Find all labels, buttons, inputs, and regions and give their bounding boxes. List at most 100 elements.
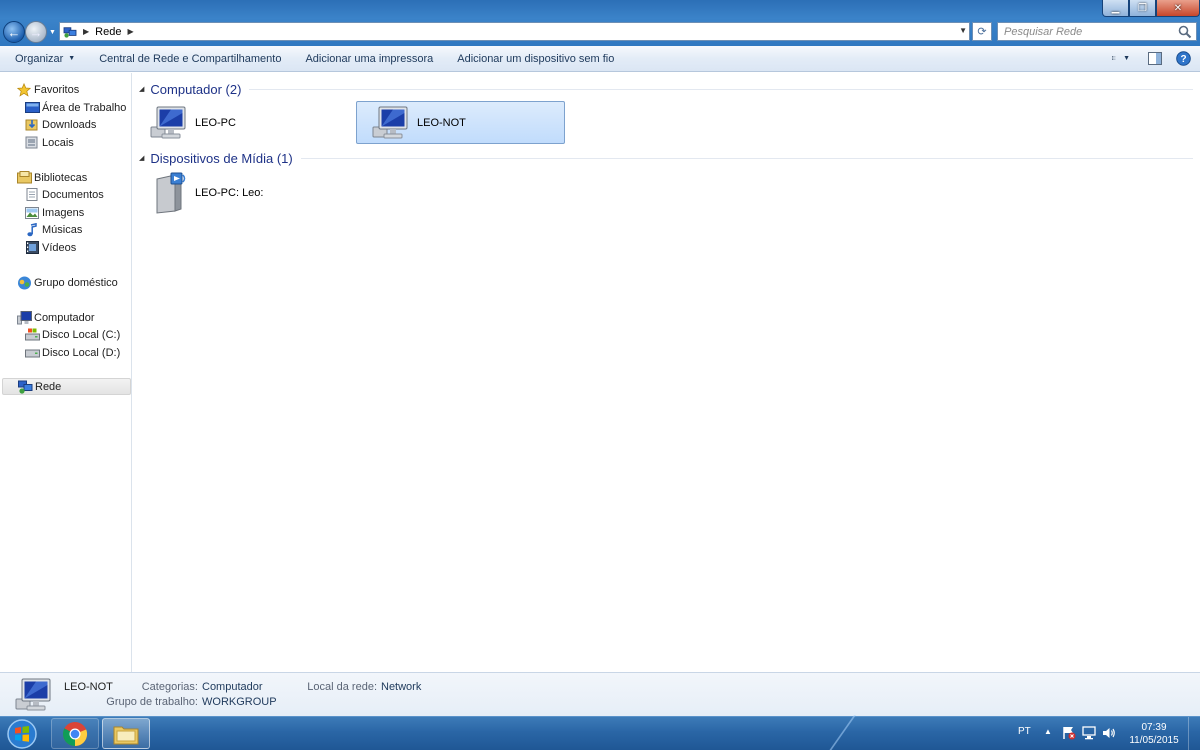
sidebar-item-videos[interactable]: Vídeos	[24, 239, 76, 256]
organize-label: Organizar	[15, 52, 64, 65]
system-drive-icon	[24, 328, 40, 342]
view-list-icon	[1112, 56, 1116, 60]
group-title: Computador (2)	[150, 81, 242, 97]
media-server-icon	[149, 171, 189, 215]
computer-name: LEO-NOT	[417, 116, 466, 129]
workgroup-value: WORKGROUP	[202, 696, 277, 708]
media-device-name: LEO-PC: Leo:	[195, 187, 264, 199]
organize-button[interactable]: Organizar ▼	[0, 48, 87, 70]
sidebar-item-documents[interactable]: Documentos	[24, 186, 104, 203]
minimize-button[interactable]: ▁	[1102, 0, 1129, 17]
sidebar-item-label: Grupo doméstico	[34, 276, 118, 289]
computer-tile[interactable]: LEO-PC	[135, 101, 343, 144]
collapse-icon[interactable]: ◢	[139, 154, 144, 162]
start-button[interactable]	[2, 718, 42, 750]
sidebar-item-favorites[interactable]: Favoritos	[16, 81, 79, 98]
sidebar-item-label: Vídeos	[42, 241, 77, 254]
language-indicator[interactable]: PT	[1018, 726, 1031, 737]
categories-label: Categorias:	[141, 681, 198, 693]
network-location-label: Local da rede:	[307, 681, 377, 693]
taskbar: PT ▲ 07:39 11/05/2015	[0, 715, 1200, 750]
sidebar-item-homegroup[interactable]: Grupo doméstico	[16, 274, 118, 291]
details-title: LEO-NOT	[64, 681, 113, 693]
action-center-icon[interactable]	[1062, 726, 1076, 740]
sidebar-item-label: Favoritos	[34, 83, 80, 96]
libraries-icon	[16, 171, 32, 185]
preview-pane-button[interactable]	[1146, 50, 1164, 66]
sidebar-item-label: Área de Trabalho	[42, 101, 127, 114]
navigation-pane: Favoritos Área de Trabalho Downloads Loc…	[0, 73, 132, 672]
sidebar-item-downloads[interactable]: Downloads	[24, 116, 96, 133]
computer-icon	[14, 677, 54, 713]
group-divider	[249, 88, 1193, 90]
network-location-value: Network	[381, 681, 422, 693]
computer-tile-selected[interactable]: LEO-NOT	[356, 101, 565, 144]
network-center-button[interactable]: Central de Rede e Compartilhamento	[87, 48, 293, 70]
clock-time: 07:39	[1141, 722, 1167, 733]
volume-icon[interactable]	[1102, 726, 1116, 740]
network-tray-icon[interactable]	[1082, 726, 1096, 740]
chevron-down-icon[interactable]: ▼	[1123, 55, 1130, 62]
music-note-icon	[24, 222, 40, 237]
taskbar-explorer[interactable]	[102, 718, 150, 749]
breadcrumb-rede[interactable]: Rede	[95, 26, 121, 38]
sidebar-item-libraries[interactable]: Bibliotecas	[16, 169, 87, 186]
sidebar-item-pictures[interactable]: Imagens	[24, 204, 84, 221]
view-controls: ▼ ?	[1112, 50, 1192, 66]
network-icon	[17, 380, 33, 394]
sidebar-item-label: Imagens	[42, 206, 85, 219]
group-divider	[300, 157, 1193, 159]
add-printer-button[interactable]: Adicionar uma impressora	[293, 48, 445, 70]
close-button[interactable]: ✕	[1156, 0, 1200, 17]
sidebar-item-label: Downloads	[42, 118, 97, 131]
sidebar-item-desktop[interactable]: Área de Trabalho	[24, 99, 126, 116]
search-icon[interactable]	[1178, 25, 1192, 39]
maximize-button[interactable]: ❐	[1129, 0, 1156, 17]
sidebar-item-computer[interactable]: Computador	[16, 309, 95, 326]
taskbar-decoration	[825, 715, 915, 750]
sidebar-item-label: Rede	[35, 380, 62, 393]
sidebar-item-recent-places[interactable]: Locais	[24, 134, 74, 151]
folder-icon	[113, 726, 139, 744]
title-bar: ▁ ❐ ✕ ← → ▼ ▶ Rede ▶ ▼ ⟳	[0, 0, 1200, 46]
desktop-icon	[24, 101, 40, 115]
address-bar[interactable]: ▶ Rede ▶ ▼	[59, 22, 970, 41]
refresh-button[interactable]: ⟳	[972, 22, 992, 41]
sidebar-item-label: Documentos	[42, 188, 104, 201]
group-header-computers[interactable]: ◢ Computador (2)	[139, 80, 1193, 98]
sidebar-item-disk-c[interactable]: Disco Local (C:)	[24, 326, 120, 343]
help-button[interactable]: ?	[1174, 50, 1192, 66]
sidebar-item-music[interactable]: Músicas	[24, 221, 82, 238]
window-controls: ▁ ❐ ✕	[1102, 0, 1200, 17]
sidebar-item-label: Computador	[34, 311, 95, 324]
show-desktop-button[interactable]	[1188, 717, 1200, 750]
search-box[interactable]	[997, 22, 1197, 41]
address-dropdown-icon[interactable]: ▼	[959, 26, 967, 35]
computer-icon	[149, 105, 189, 141]
sidebar-item-disk-d[interactable]: Disco Local (D:)	[24, 344, 120, 361]
chevron-down-icon: ▼	[68, 55, 76, 62]
chrome-icon	[63, 721, 88, 746]
show-hidden-icons-icon[interactable]: ▲	[1044, 727, 1052, 736]
breadcrumb-separator-icon[interactable]: ▶	[127, 27, 133, 36]
back-button[interactable]: ←	[3, 21, 25, 43]
search-input[interactable]	[1004, 25, 1174, 38]
documents-icon	[24, 188, 40, 202]
forward-button[interactable]: →	[25, 21, 47, 43]
taskbar-chrome[interactable]	[51, 718, 99, 749]
sidebar-item-network[interactable]: Rede	[2, 378, 131, 395]
add-wireless-device-button[interactable]: Adicionar um dispositivo sem fio	[445, 48, 626, 70]
media-device-tile[interactable]: LEO-PC: Leo:	[135, 170, 343, 216]
view-options-button[interactable]: ▼	[1112, 50, 1130, 66]
pictures-icon	[24, 206, 40, 220]
windows-logo-icon	[7, 719, 37, 749]
clock[interactable]: 07:39 11/05/2015	[1126, 721, 1182, 747]
collapse-icon[interactable]: ◢	[139, 85, 144, 93]
group-header-media-devices[interactable]: ◢ Dispositivos de Mídia (1)	[139, 149, 1193, 167]
group-title: Dispositivos de Mídia (1)	[150, 150, 293, 166]
sidebar-item-label: Bibliotecas	[34, 171, 88, 184]
workgroup-label: Grupo de trabalho:	[106, 696, 198, 708]
content-area: ◢ Computador (2) LEO-PC LEO-NOT ◢ Dispos…	[133, 73, 1200, 672]
history-dropdown-icon[interactable]: ▼	[49, 29, 56, 36]
star-icon	[16, 82, 32, 97]
